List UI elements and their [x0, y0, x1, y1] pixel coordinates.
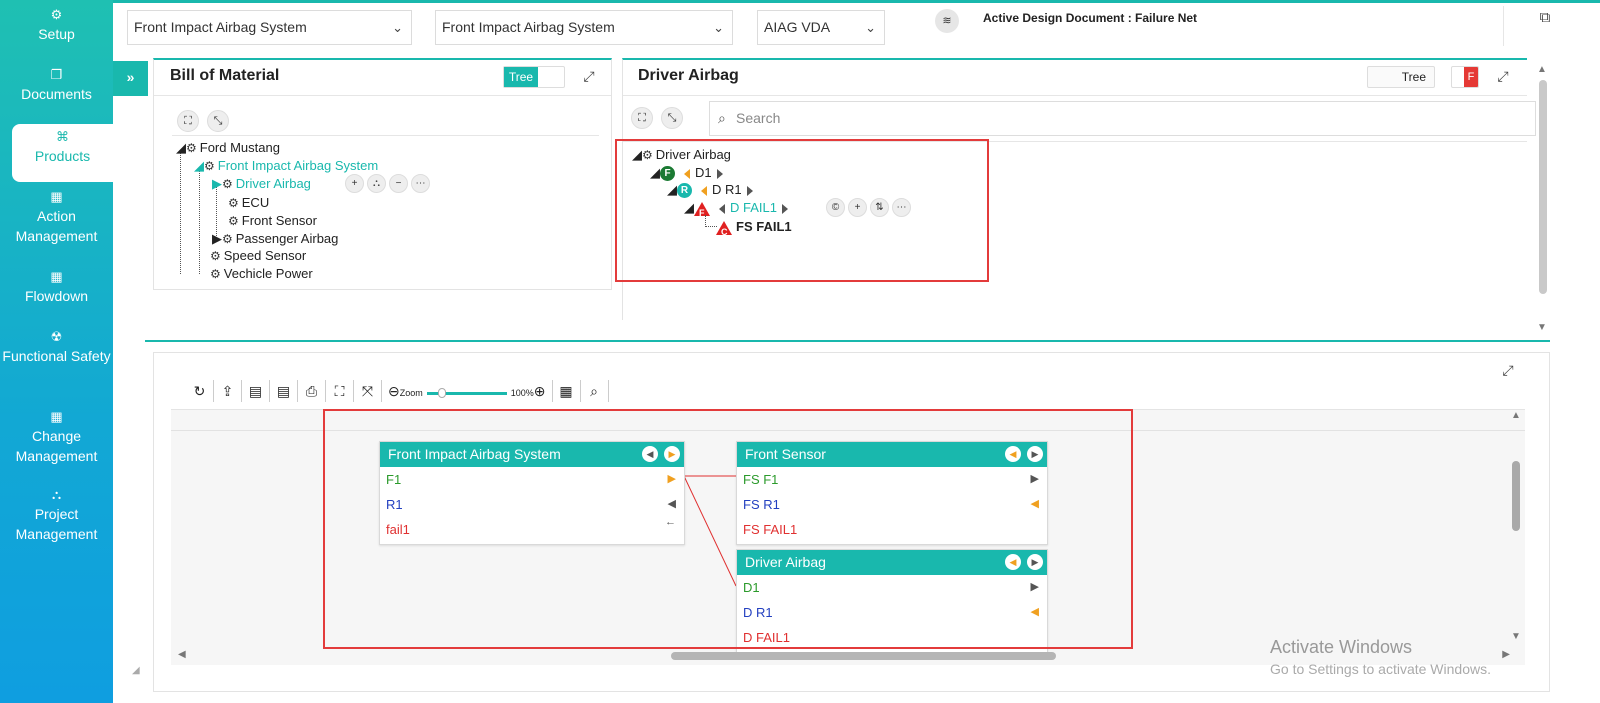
canvas-vertical-scrollbar[interactable]: [1512, 461, 1520, 531]
highlight-box-diagram: [323, 409, 1133, 649]
scroll-down-icon[interactable]: ▼: [1511, 631, 1521, 642]
watermark-title: Activate Windows: [1270, 637, 1413, 657]
watermark-subtitle: Go to Settings to activate Windows.: [1270, 661, 1491, 677]
scrollbar-thumb[interactable]: [671, 652, 1056, 660]
scroll-right-icon[interactable]: ▶: [1502, 649, 1510, 660]
resize-handle-icon[interactable]: ◢: [132, 665, 140, 676]
scroll-left-icon[interactable]: ◀: [178, 649, 186, 660]
app-root: ⚙ Setup ❐ Documents ⌘ Products ▦ Action …: [0, 0, 1600, 703]
scroll-up-icon[interactable]: ▲: [1511, 410, 1521, 421]
